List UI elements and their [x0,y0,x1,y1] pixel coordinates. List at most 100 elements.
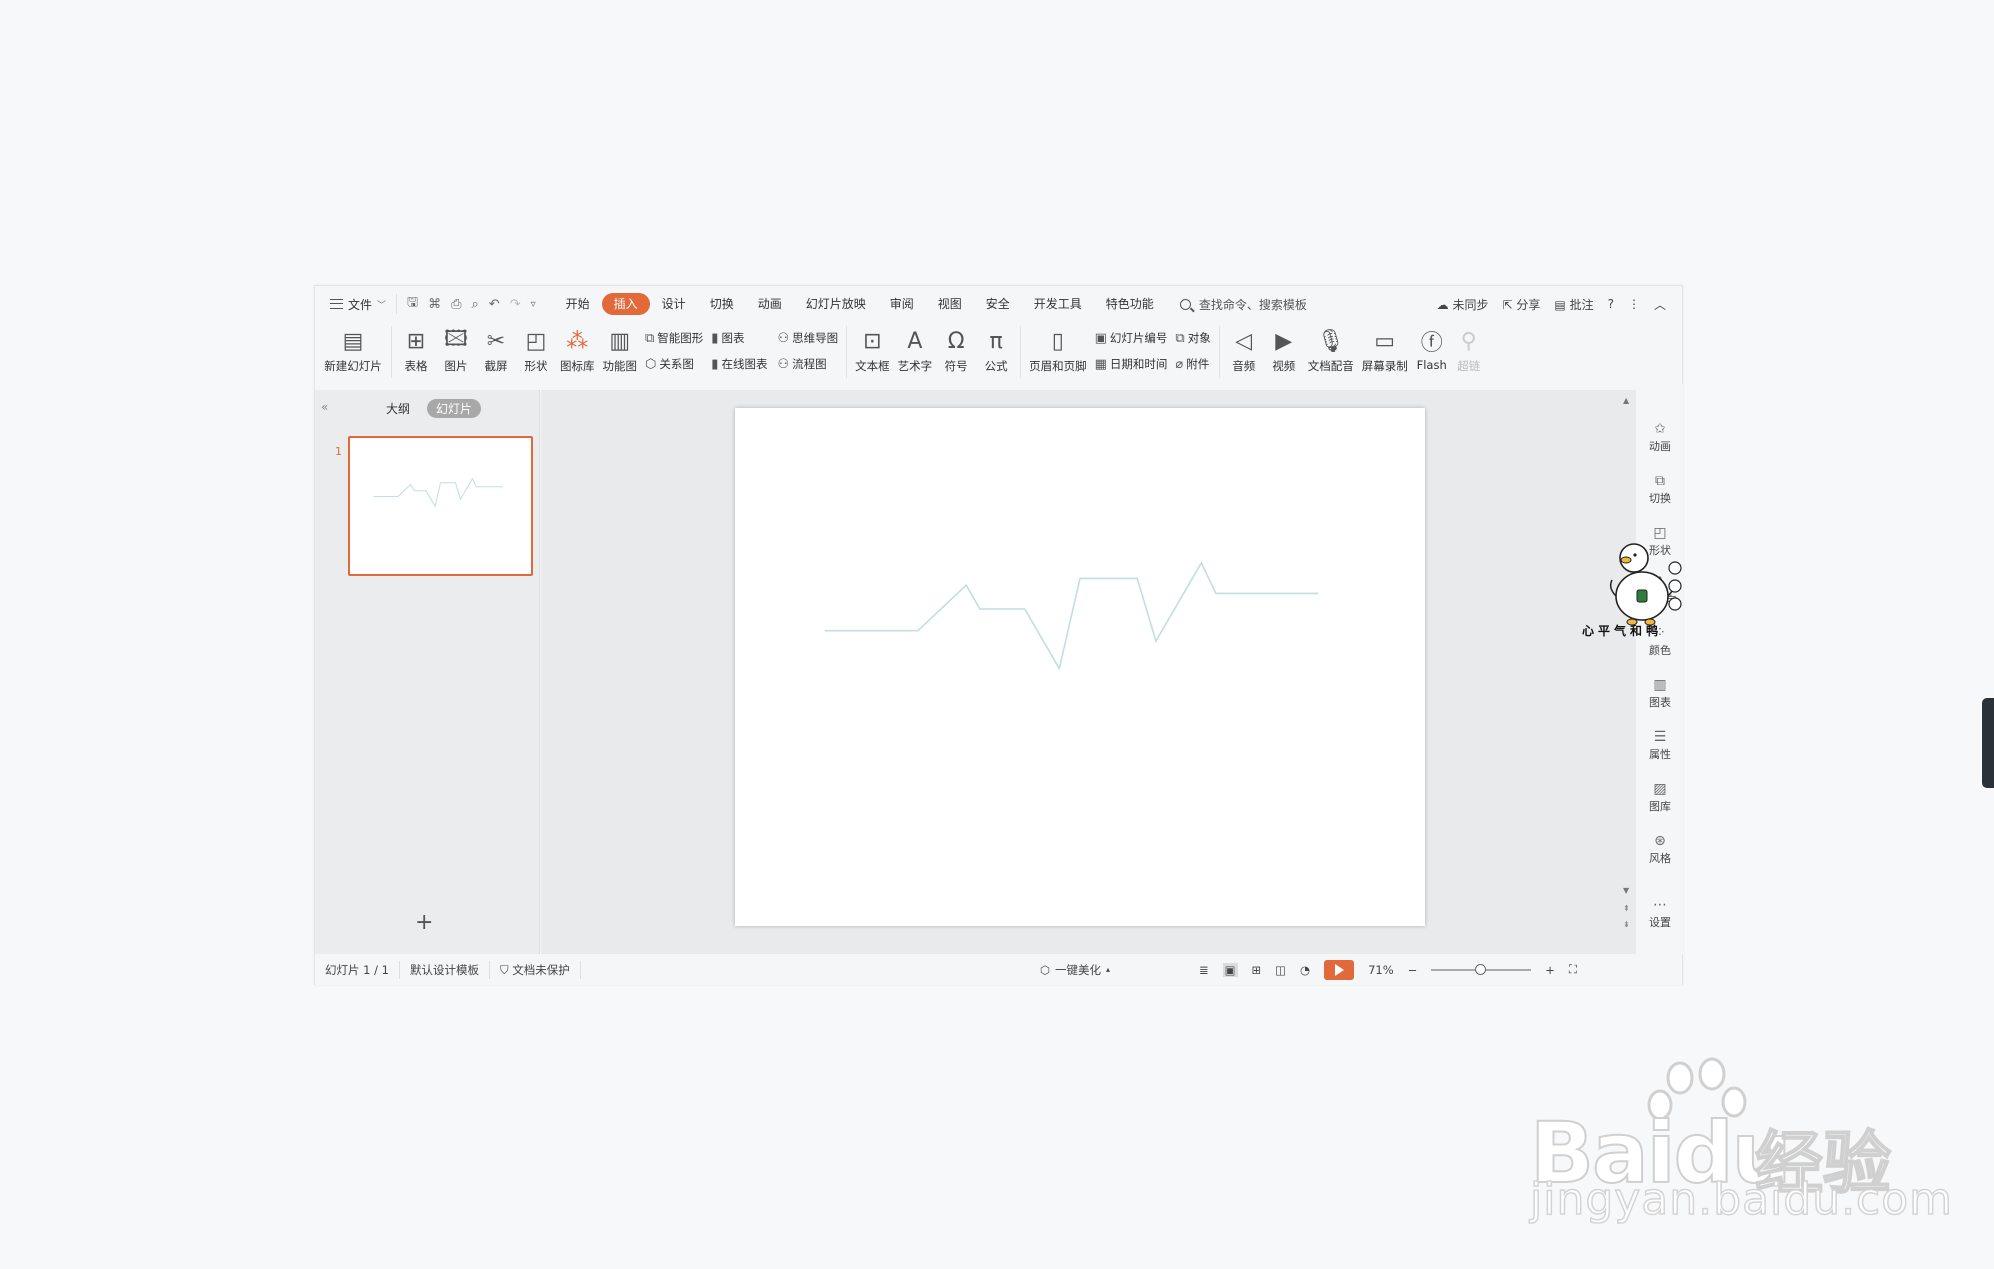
hyperlink-button[interactable]: ⚲ 超链 [1452,326,1486,374]
slide-thumbnail[interactable] [348,436,533,576]
search-icon [1179,298,1191,310]
customize-icon[interactable]: ▿ [531,299,536,310]
relation-chart-button[interactable]: ⬡ 关系图 [645,354,703,374]
flowchart-button[interactable]: ⚇ 流程图 [777,354,838,374]
online-chart-button[interactable]: ▮ 在线图表 [711,354,767,374]
tab-animation[interactable]: 动画 [746,293,794,315]
audio-button[interactable]: ◁ 音频 [1224,326,1264,374]
zoom-slider[interactable] [1431,963,1532,975]
symbol-button[interactable]: Ω 符号 [936,326,976,374]
flash-button[interactable]: ⓕ Flash [1412,326,1452,372]
print-icon[interactable]: ⎙ [451,297,461,312]
save-icon[interactable]: 🖫 [407,293,418,315]
add-slide-button[interactable]: + [415,910,433,935]
reading-view-icon[interactable]: ◫ [1275,963,1286,977]
vertical-scrollbar[interactable]: ▲ ▼ ⇞ ⇟ [1620,390,1636,954]
collapse-panel-button[interactable]: « [321,400,328,414]
zoom-out-icon[interactable]: − [1408,963,1418,977]
collapse-ribbon-icon[interactable]: ︿ [1654,296,1666,313]
menubar-right-tools: ☁ 未同步 ⇱ 分享 ▤ 批注 ? ⋮ ︿ [1437,296,1682,313]
shape-button[interactable]: ◰ 形状 [516,326,556,374]
slide-polyline[interactable] [373,477,503,508]
tab-home[interactable]: 开始 [554,293,602,315]
sidebar-item-transition[interactable]: ⧉ 切换 [1637,472,1683,506]
file-menu[interactable]: 文件 ﹀ [315,286,396,322]
tab-view[interactable]: 视图 [926,293,974,315]
zoom-level[interactable]: 71% [1368,963,1394,977]
sidebar-item-style[interactable]: ⊛ 风格 [1637,832,1683,866]
share-label: 分享 [1516,297,1541,312]
beautify-button[interactable]: ⬡ 一键美化 ▴ [1040,962,1110,978]
slide-number-button[interactable]: ▣ 幻灯片编号 [1095,328,1168,348]
undo-icon[interactable]: ↶ [489,297,500,312]
new-slide-button[interactable]: ▤ 新建幻灯片 [315,326,387,374]
print-preview-icon[interactable]: ⌕ [472,297,479,312]
smart-graphic-button[interactable]: ⧉ 智能图形 [645,328,703,348]
picture-icon: 🖾 [444,327,468,352]
play-slideshow-button[interactable] [1324,959,1355,980]
share-button[interactable]: ⇱ 分享 [1503,296,1541,313]
zoom-slider-knob[interactable] [1475,963,1487,975]
prev-slide-arrow[interactable]: ⇞ [1623,904,1630,913]
format-painter-icon[interactable]: ⌘ [428,297,441,312]
header-footer-button[interactable]: ▯ 页眉和页脚 [1025,326,1091,374]
tab-slides[interactable]: 幻灯片 [427,399,482,418]
scroll-up-arrow[interactable]: ▲ [1623,396,1629,405]
slide-line-shape[interactable] [735,408,1425,926]
chart-button[interactable]: ▮ 图表 [711,328,767,348]
duck-sticker-caption: 心平气和鸭 [1582,624,1663,638]
tab-security[interactable]: 安全 [974,293,1022,315]
next-slide-arrow[interactable]: ⇟ [1623,920,1630,929]
normal-view-icon[interactable]: ▣ [1222,962,1238,977]
picture-button[interactable]: 🖾 图片 [436,326,476,374]
doc-voice-button[interactable]: 🎙 文档配音 [1304,326,1358,374]
object-button[interactable]: ⧉ 对象 [1175,328,1210,348]
tab-special[interactable]: 特色功能 [1094,293,1166,315]
current-slide[interactable] [735,408,1425,926]
formula-button[interactable]: π 公式 [976,326,1016,374]
function-chart-button[interactable]: ▥ 功能图 [599,326,642,374]
sidebar-item-label: 设置 [1649,916,1671,929]
document-protection[interactable]: ⛉ 文档未保护 [490,960,581,979]
tab-developer[interactable]: 开发工具 [1022,293,1094,315]
redo-icon[interactable]: ↷ [510,297,521,312]
presenter-view-icon[interactable]: ◔ [1300,963,1310,977]
screen-record-icon: ▭ [1374,328,1396,354]
sidebar-item-animation[interactable]: ✩ 动画 [1637,420,1683,454]
tab-insert[interactable]: 插入 [601,293,650,315]
sidebar-item-settings[interactable]: ⋯ 设置 [1637,896,1683,930]
textbox-button[interactable]: ⊡ 文本框 [851,326,894,374]
slide-polyline[interactable] [824,561,1318,671]
screenshot-button[interactable]: ✂ 截屏 [476,326,516,374]
design-template[interactable]: 默认设计模板 [400,960,490,979]
attachment-button[interactable]: ⌀ 附件 [1175,354,1210,374]
mindmap-button[interactable]: ⚇ 思维导图 [777,328,838,348]
more-icon[interactable]: ⋮ [1628,297,1640,311]
tab-design[interactable]: 设计 [650,293,698,315]
comment-button[interactable]: ▤ 批注 [1554,296,1593,313]
command-search[interactable]: 查找命令、搜索模板 [1179,296,1307,313]
wordart-button[interactable]: A 艺术字 [894,326,937,374]
scroll-down-arrow[interactable]: ▼ [1623,886,1629,895]
sidebar-item-gallery[interactable]: ▨ 图库 [1637,780,1683,814]
help-icon[interactable]: ? [1608,297,1614,311]
tab-transition[interactable]: 切换 [698,293,746,315]
table-button[interactable]: ⊞ 表格 [396,326,436,374]
screen-record-button[interactable]: ▭ 屏幕录制 [1358,326,1412,374]
sorter-view-icon[interactable]: ⊞ [1252,963,1262,977]
file-menu-label: 文件 [348,297,373,312]
fit-window-icon[interactable]: ⛶ [1569,962,1577,977]
datetime-button[interactable]: ▦ 日期和时间 [1095,354,1168,374]
tab-review[interactable]: 审阅 [878,293,926,315]
editing-canvas [541,390,1636,954]
notes-icon[interactable]: ≣ [1199,963,1209,977]
sync-button[interactable]: ☁ 未同步 [1437,296,1489,313]
tab-slideshow[interactable]: 幻灯片放映 [794,293,878,315]
icon-library-button[interactable]: ⁂ 图标库 [556,326,599,374]
zoom-in-icon[interactable]: + [1545,963,1555,977]
video-button[interactable]: ▶ 视频 [1264,326,1304,374]
sidebar-item-properties[interactable]: ☰ 属性 [1637,728,1683,762]
sidebar-item-chart[interactable]: ▥ 图表 [1637,676,1683,710]
tab-outline[interactable]: 大纲 [377,399,419,418]
floating-edge-tab[interactable] [1982,698,1994,788]
